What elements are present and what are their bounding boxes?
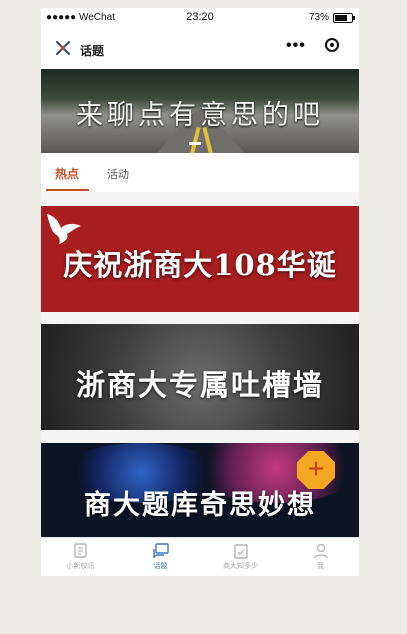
topic-card-title: 浙商大专属吐槽墙 [75, 368, 324, 402]
tabbar-item-me[interactable]: 我 [281, 538, 359, 576]
topic-card-title: 庆祝浙商大108华诞 [63, 248, 337, 282]
status-bar: ●●●●● WeChat 23:20 73% [41, 8, 359, 26]
tabbar-label: 话题 [153, 563, 168, 570]
hero-caption: 来聊点有意思的吧 [76, 100, 324, 131]
news-icon [73, 543, 87, 558]
more-menu-icon[interactable]: ••• [286, 38, 306, 54]
person-icon [313, 543, 328, 559]
add-topic-button[interactable]: + [297, 451, 335, 489]
bottom-tab-bar: 小新校讯 话题 商大知多少 我 [41, 537, 359, 576]
carousel-indicator[interactable] [189, 142, 201, 145]
tabbar-label: 小新校讯 [66, 563, 95, 570]
topic-tabs: 热点 活动 [41, 153, 359, 192]
tabbar-item-news[interactable]: 小新校讯 [41, 538, 120, 576]
clipboard-check-icon [233, 544, 248, 559]
battery-group: 73% [308, 12, 355, 23]
active-tab-indicator [46, 189, 89, 191]
battery-icon [333, 12, 355, 23]
tab-hot[interactable]: 热点 [55, 165, 79, 182]
tab-activity[interactable]: 活动 [107, 166, 129, 182]
close-miniprogram-icon[interactable] [325, 38, 339, 52]
tabbar-item-topics[interactable]: 话题 [121, 538, 200, 576]
phone-screen: ●●●●● WeChat 23:20 73% 话题 ••• 来聊点有意思的吧 热… [41, 8, 359, 576]
tabbar-item-quiz[interactable]: 商大知多少 [201, 538, 280, 576]
topic-card[interactable]: 庆祝浙商大108华诞 [41, 206, 359, 312]
topic-card[interactable]: 浙商大专属吐槽墙 [41, 324, 359, 430]
battery-percent: 73% [308, 12, 329, 23]
navigation-bar: 话题 ••• [41, 26, 359, 69]
chat-icon [152, 543, 169, 559]
tabbar-label: 我 [317, 563, 324, 570]
tabbar-label: 商大知多少 [223, 563, 258, 570]
app-logo-icon [55, 40, 71, 56]
page-title: 话题 [80, 44, 105, 58]
hero-banner[interactable]: 来聊点有意思的吧 [41, 69, 359, 153]
